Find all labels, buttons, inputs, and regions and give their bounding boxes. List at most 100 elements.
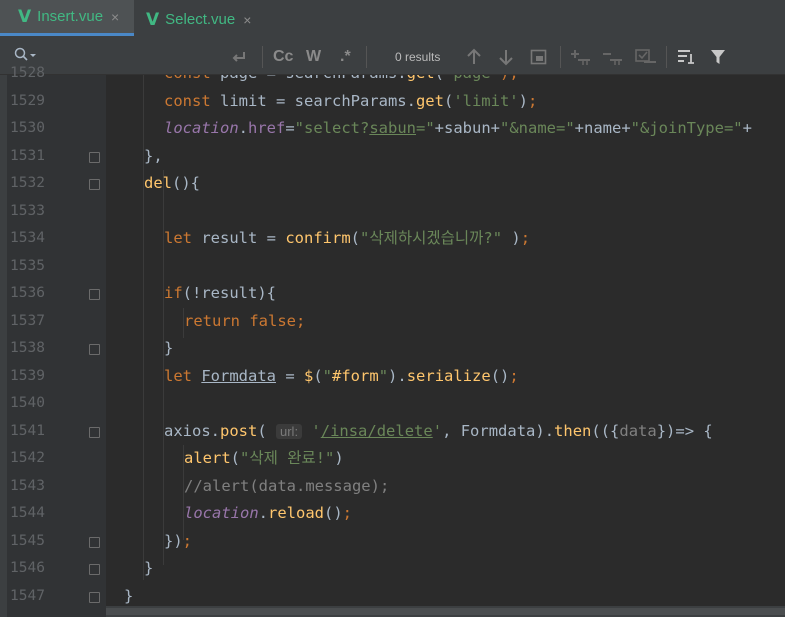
new-line-icon[interactable] — [230, 46, 248, 68]
code-line: if(!result){ — [164, 280, 276, 307]
code-line: } — [164, 335, 173, 362]
whole-words-toggle[interactable]: W — [306, 46, 321, 68]
fold-toggle-icon[interactable] — [89, 344, 100, 355]
code-token: ' — [432, 421, 443, 440]
tab-insert-vue[interactable]: V Insert.vue × — [0, 0, 134, 36]
code-token: "삭제하시겠습니까?" — [360, 229, 503, 247]
toolbar-separator — [560, 46, 561, 68]
line-number: 1535 — [10, 257, 45, 274]
code-line: }, — [144, 143, 163, 170]
line-number: 1531 — [10, 147, 45, 164]
line-number: 1544 — [10, 505, 45, 521]
code-token: +name+ — [574, 119, 631, 137]
code-token: ( — [443, 91, 454, 110]
line-number: 1541 — [10, 422, 45, 439]
parameter-hint: url: — [276, 423, 303, 439]
fold-toggle-icon[interactable] — [89, 426, 100, 438]
line-number: 1546 — [10, 560, 45, 576]
code-token: href — [248, 119, 286, 137]
code-token: return false; — [184, 311, 306, 330]
filter-occurrences-icon[interactable] — [676, 46, 696, 68]
code-token: del — [144, 174, 172, 192]
vue-file-icon: V — [18, 6, 32, 27]
line-number: 1533 — [10, 202, 45, 219]
code-token: ( — [350, 229, 360, 247]
line-number: 1539 — [10, 367, 45, 384]
code-token: . — [238, 119, 248, 137]
select-all-checkbox-icon[interactable] — [634, 46, 658, 68]
line-number: 1537 — [10, 312, 45, 329]
code-token: then — [554, 421, 592, 440]
select-all-occurrences-icon[interactable] — [530, 46, 548, 68]
toolbar-separator — [666, 46, 667, 68]
fold-toggle-icon[interactable] — [89, 591, 100, 603]
previous-occurrence-icon[interactable] — [466, 46, 482, 68]
code-editor[interactable]: const page = searchParams.get('page');co… — [106, 75, 785, 617]
scrollbar-thumb[interactable] — [106, 608, 785, 615]
close-tab-icon[interactable]: × — [243, 12, 251, 28]
code-line: location.href="select?sabun="+sabun+"&na… — [164, 115, 752, 142]
search-results-count: 0 results — [395, 50, 441, 64]
match-case-toggle[interactable]: Cc — [273, 46, 293, 68]
vue-file-icon: V — [146, 9, 160, 30]
code-token: (){ — [172, 174, 200, 192]
code-token: . — [258, 504, 268, 522]
code-token: //alert(data.message); — [184, 476, 390, 495]
code-token: }) — [164, 531, 183, 550]
search-toolbar: Cc W .* 0 results — [0, 40, 785, 75]
code-token: reload — [268, 504, 324, 522]
code-token: location — [164, 119, 239, 137]
fold-toggle-icon[interactable] — [89, 536, 100, 548]
code-token: ; — [520, 229, 531, 247]
code-token: }, — [144, 146, 163, 165]
code-token: ; — [342, 504, 353, 522]
code-token: page = searchParams. — [220, 75, 407, 82]
code-token: +sabun+ — [434, 119, 500, 137]
next-occurrence-icon[interactable] — [498, 46, 514, 68]
code-token: get — [415, 91, 444, 110]
tab-select-vue[interactable]: V Select.vue × — [146, 0, 251, 39]
close-tab-icon[interactable]: × — [111, 9, 119, 25]
code-token: } — [124, 586, 134, 605]
code-token: (!result){ — [182, 284, 276, 302]
horizontal-scrollbar[interactable] — [106, 606, 785, 617]
line-number: 1532 — [10, 175, 45, 191]
fold-toggle-icon[interactable] — [89, 564, 100, 575]
code-token: limit = searchParams. — [220, 91, 416, 110]
code-token: =" — [416, 119, 435, 137]
code-token: serialize — [406, 366, 491, 385]
code-token: confirm — [285, 229, 351, 247]
code-token: if — [164, 284, 183, 302]
code-token: ) — [518, 91, 528, 110]
fold-toggle-icon[interactable] — [89, 289, 100, 300]
fold-toggle-icon[interactable] — [89, 151, 100, 163]
line-number: 1536 — [10, 285, 45, 301]
regex-toggle[interactable]: .* — [340, 46, 351, 68]
code-token: axios. — [164, 421, 220, 440]
code-token: "select? — [294, 119, 370, 137]
fold-toggle-icon[interactable] — [89, 179, 100, 190]
filter-icon[interactable] — [710, 46, 726, 68]
code-line: //alert(data.message); — [184, 473, 389, 500]
code-token: ). — [388, 366, 407, 385]
code-token: ' — [302, 421, 321, 440]
code-line: del(){ — [144, 170, 200, 197]
code-token: = — [275, 366, 304, 385]
code-token: } — [144, 559, 154, 577]
code-line: let Formdata = $("#form").serialize(); — [164, 363, 519, 390]
code-token: "&joinType=" — [630, 119, 743, 137]
code-token: $ — [303, 366, 314, 385]
code-token: " — [378, 366, 389, 385]
left-tool-strip — [0, 75, 7, 617]
code-token: ) — [502, 229, 521, 247]
add-occurrence-icon[interactable] — [570, 46, 592, 68]
remove-occurrence-icon[interactable] — [602, 46, 624, 68]
code-token: const — [164, 75, 220, 82]
code-token: ); — [500, 75, 519, 82]
code-token: const — [164, 91, 220, 110]
code-token: , Formdata). — [442, 421, 555, 440]
code-token: post — [220, 421, 258, 440]
line-number: 1547 — [10, 587, 45, 604]
line-number: 1543 — [10, 477, 45, 494]
code-token: = — [285, 119, 295, 137]
